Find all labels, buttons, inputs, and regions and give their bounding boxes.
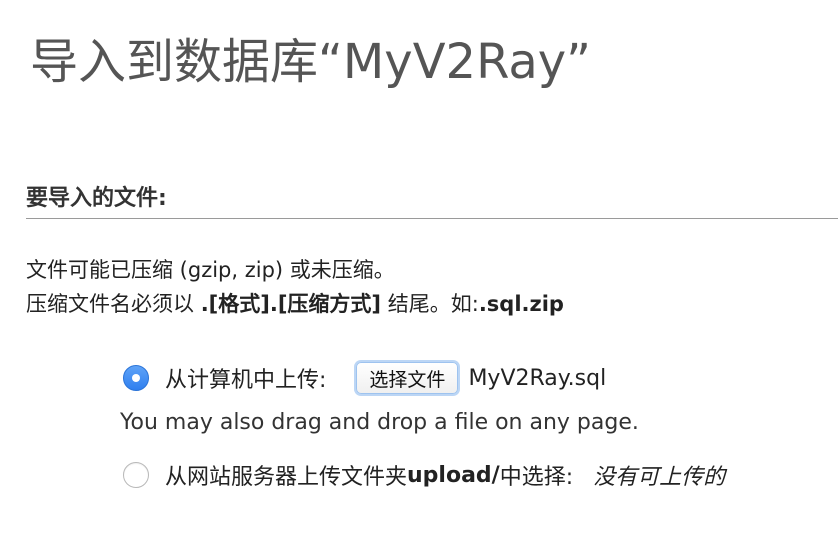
server-label-suffix[interactable]: 中选择:	[500, 459, 573, 491]
upload-folder-name: upload/	[407, 462, 500, 488]
drag-drop-hint: You may also drag and drop a file on any…	[120, 410, 639, 435]
choose-file-button[interactable]: 选择文件	[356, 362, 459, 394]
upload-from-server-option[interactable]: 从网站服务器上传文件夹 upload/ 中选择: 没有可上传的	[123, 455, 725, 495]
format-pattern: .[格式].[压缩方式]	[200, 292, 382, 316]
upload-from-computer-label[interactable]: 从计算机中上传:	[165, 362, 326, 394]
import-page: 导入到数据库“MyV2Ray” 要导入的文件: 文件可能已压缩 (gzip, z…	[0, 0, 838, 534]
filename-format-note: 压缩文件名必须以 .[格式].[压缩方式] 结尾。如:.sql.zip	[26, 288, 564, 320]
page-title: 导入到数据库“MyV2Ray”	[30, 34, 592, 90]
no-files-status: 没有可上传的	[593, 465, 726, 490]
upload-from-computer-option[interactable]: 从计算机中上传: 选择文件 MyV2Ray.sql	[123, 358, 606, 398]
format-note-prefix: 压缩文件名必须以	[26, 292, 201, 316]
upload-from-server-radio[interactable]	[123, 462, 149, 488]
format-note-middle: 结尾。如:	[381, 292, 479, 316]
compression-note: 文件可能已压缩 (gzip, zip) 或未压缩。	[26, 258, 395, 282]
selected-file-name: MyV2Ray.sql	[468, 365, 607, 391]
section-heading-file-to-import: 要导入的文件:	[26, 182, 838, 219]
server-label-prefix[interactable]: 从网站服务器上传文件夹	[165, 459, 407, 491]
format-example: .sql.zip	[478, 292, 564, 316]
upload-from-computer-radio[interactable]	[123, 365, 149, 391]
